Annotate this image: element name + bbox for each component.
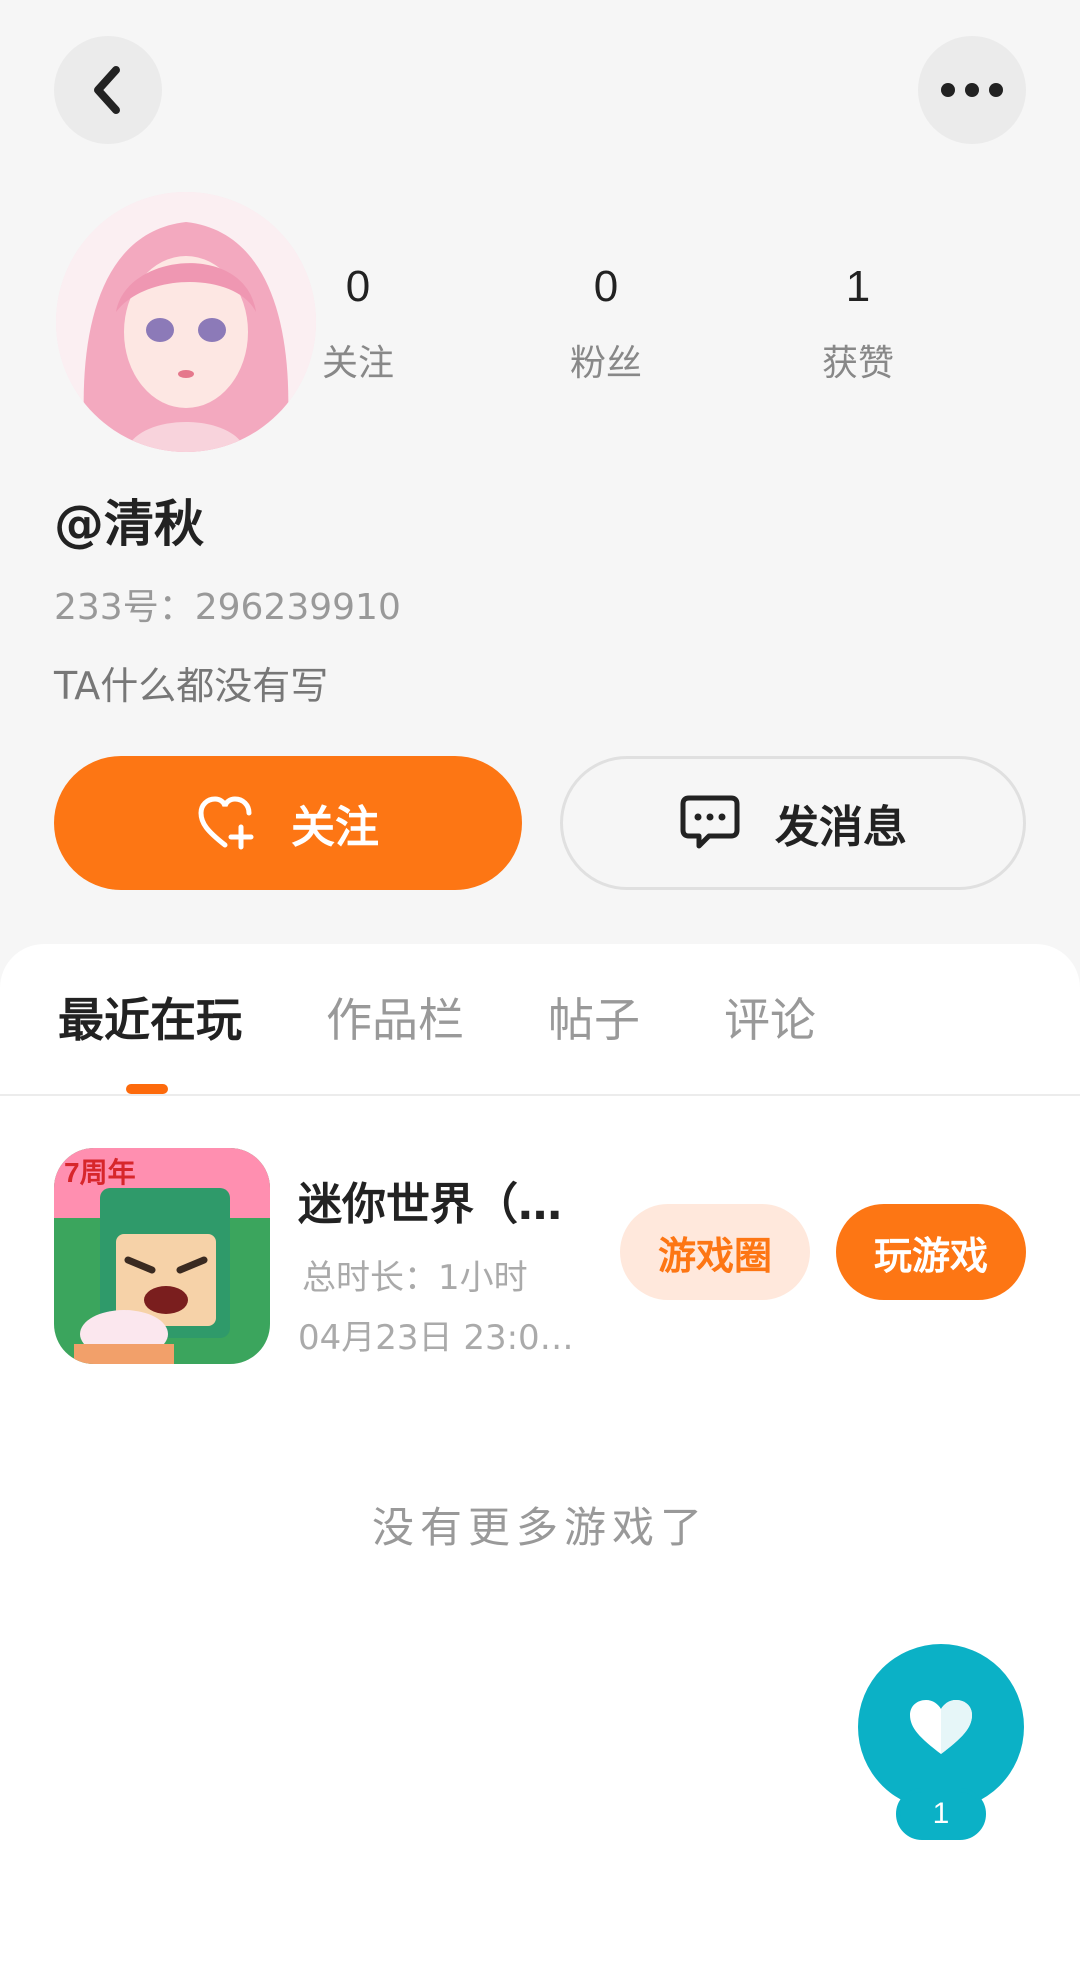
fans-count: 0 [593, 262, 619, 311]
tab-posts[interactable]: 帖子 [548, 984, 640, 1050]
message-label: 发消息 [775, 802, 907, 853]
like-count-badge: 1 [896, 1788, 986, 1840]
chevron-left-icon [94, 66, 120, 114]
divider [0, 1094, 1080, 1096]
game-list-item[interactable]: 7周年 迷你世界（… 总时长：1小时 04月23日 23:0… 游戏圈 玩游戏 [0, 1148, 1080, 1368]
tab-works[interactable]: 作品栏 [326, 984, 464, 1050]
game-last-played: 04月23日 23:0… [298, 1318, 574, 1358]
game-circle-button[interactable]: 游戏圈 [620, 1204, 810, 1300]
game-title: 迷你世界（… [298, 1179, 562, 1230]
follow-button[interactable]: 关注 [54, 756, 522, 890]
fans-label: 粉丝 [569, 343, 642, 384]
more-dot [989, 83, 1003, 97]
more-horizontal-icon [941, 83, 955, 97]
likes-count: 1 [845, 262, 871, 311]
stat-fans[interactable]: 0 粉丝 [516, 262, 696, 386]
bio: TA什么都没有写 [54, 664, 329, 708]
stat-likes[interactable]: 1 获赞 [768, 262, 948, 386]
tab-comments[interactable]: 评论 [724, 984, 816, 1050]
following-label: 关注 [321, 343, 394, 384]
message-button[interactable]: 发消息 [560, 756, 1026, 890]
tab-recent-played[interactable]: 最近在玩 [58, 984, 242, 1050]
heart-icon [910, 1700, 972, 1754]
back-button[interactable] [54, 36, 162, 144]
stat-following[interactable]: 0 关注 [268, 262, 448, 386]
username: @清秋 [54, 495, 204, 553]
play-game-button[interactable]: 玩游戏 [836, 1204, 1026, 1300]
more-button[interactable] [918, 36, 1026, 144]
more-dot [965, 83, 979, 97]
account-id: 233号：296239910 [54, 587, 401, 628]
active-tab-indicator [126, 1084, 168, 1094]
game-icon[interactable]: 7周年 [54, 1148, 270, 1364]
game-duration: 总时长：1小时 [302, 1258, 528, 1298]
likes-label: 获赞 [821, 343, 894, 384]
chat-bubble-icon [679, 794, 741, 852]
heart-plus-icon [197, 795, 257, 851]
no-more-games-text: 没有更多游戏了 [371, 1503, 708, 1552]
following-count: 0 [345, 262, 371, 311]
profile-stats: 0 关注 0 粉丝 1 获赞 [0, 262, 1080, 392]
game-icon-badge: 7周年 [64, 1156, 136, 1188]
profile-page: 0 关注 0 粉丝 1 获赞 @清秋 233号：296239910 TA什么都没… [0, 0, 1080, 1970]
tab-bar: 最近在玩 作品栏 帖子 评论 [0, 984, 1080, 1074]
like-fab-button[interactable] [858, 1644, 1024, 1810]
follow-label: 关注 [291, 802, 379, 853]
